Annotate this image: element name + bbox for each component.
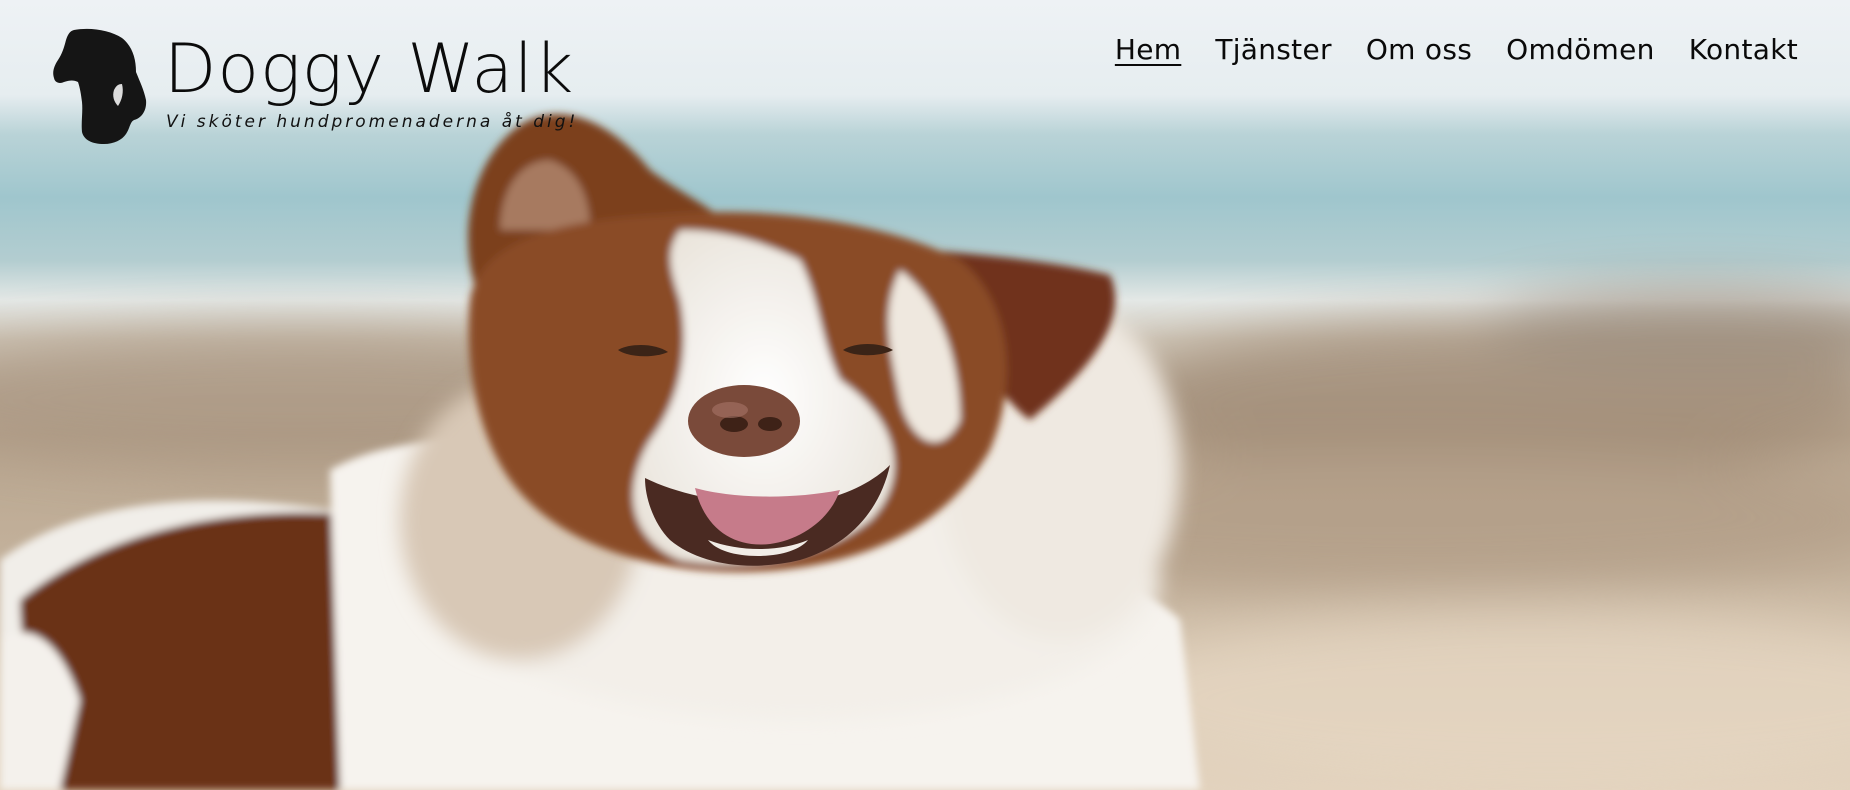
site-title: Doggy Walk [164,30,575,109]
nav-item-om-oss[interactable]: Om oss [1366,28,1472,72]
nav-item-omdomen[interactable]: Omdömen [1506,28,1655,72]
site-tagline: Vi sköter hundpromenaderna åt dig! [166,112,579,132]
nav-item-kontakt[interactable]: Kontakt [1689,28,1798,72]
brand-home-link[interactable]: Doggy Walk Vi sköter hundpromenaderna åt… [52,28,592,144]
nav-item-tjanster[interactable]: Tjänster [1215,28,1332,72]
site-header: Doggy Walk Vi sköter hundpromenaderna åt… [0,0,1850,145]
nav-item-hem[interactable]: Hem [1115,28,1181,72]
hero-section: Doggy Walk Vi sköter hundpromenaderna åt… [0,0,1850,790]
main-navigation: Hem Tjänster Om oss Omdömen Kontakt [1115,28,1798,72]
dog-head-silhouette-icon [53,28,147,144]
